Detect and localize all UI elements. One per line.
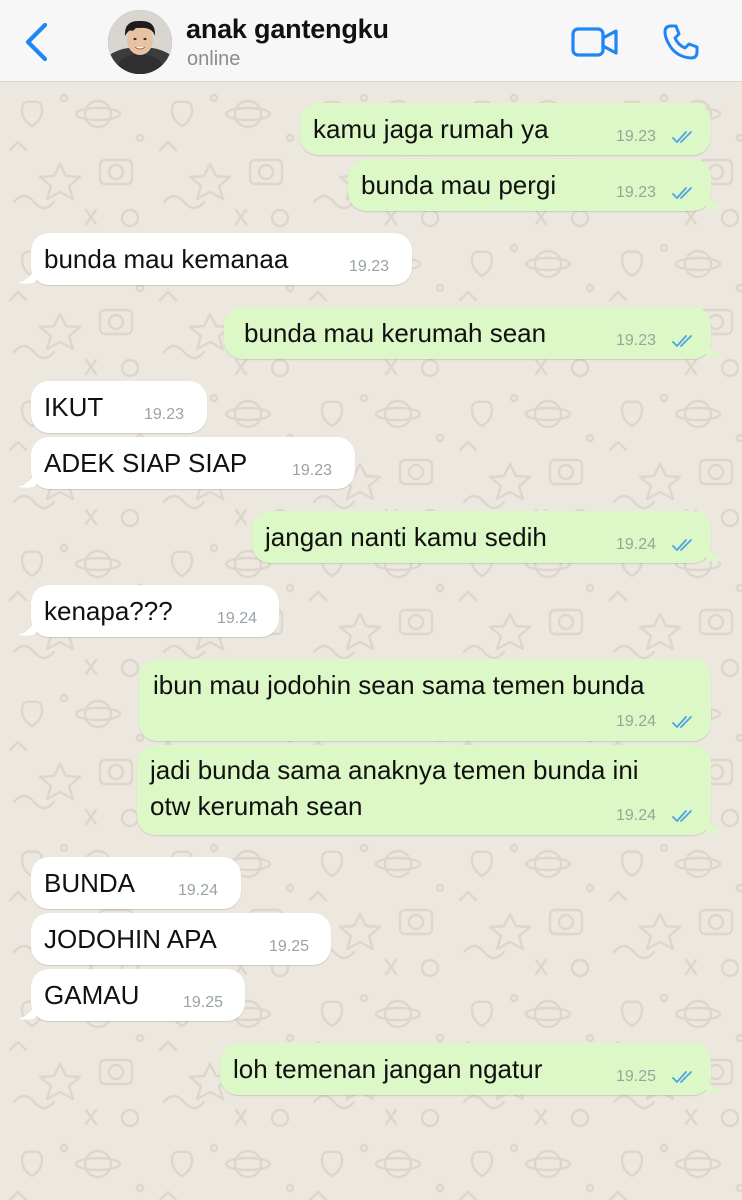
bubble-tail — [706, 815, 724, 834]
read-receipt-icon — [672, 335, 692, 347]
message-text-line: otw kerumah sean — [150, 791, 363, 821]
bubble-tail — [18, 1001, 36, 1020]
message-time: 19.24 — [178, 882, 219, 899]
message-text: jangan nanti kamu sedih — [265, 522, 547, 552]
message-bubble-incoming[interactable]: JODOHIN APA 19.25 — [31, 913, 331, 965]
bubble-tail — [18, 469, 36, 488]
bubble-tail — [706, 339, 724, 358]
bubble-tail — [706, 543, 724, 562]
message-bubble-outgoing[interactable]: kamu jaga rumah ya 19.23 — [300, 103, 711, 155]
message-time: 19.24 — [616, 807, 657, 824]
message-time: 19.23 — [616, 332, 657, 349]
message-time: 19.23 — [349, 258, 390, 275]
message-bubble-incoming[interactable]: IKUT 19.23 — [31, 381, 207, 433]
message-text: BUNDA — [44, 868, 136, 898]
chevron-left-icon — [25, 22, 48, 62]
message-bubble-incoming[interactable]: BUNDA 19.24 — [31, 857, 241, 909]
contact-name[interactable]: anak gantengku — [186, 14, 389, 45]
message-time: 19.25 — [616, 1068, 657, 1085]
message-text: kenapa??? — [44, 596, 173, 626]
message-time: 19.23 — [292, 462, 333, 479]
chat-area[interactable]: kamu jaga rumah ya 19.23 bunda mau pergi… — [0, 82, 742, 1200]
message-time: 19.23 — [616, 184, 657, 201]
message-time: 19.24 — [217, 610, 258, 627]
message-text: kamu jaga rumah ya — [313, 114, 549, 144]
message-text: IKUT — [44, 392, 104, 422]
contact-status: online — [187, 48, 241, 70]
read-receipt-icon — [672, 1071, 692, 1083]
message-time: 19.23 — [144, 406, 185, 423]
voice-call-button[interactable] — [658, 20, 704, 64]
message-bubble-outgoing[interactable]: bunda mau kerumah sean 19.23 — [224, 307, 711, 359]
read-receipt-icon — [672, 539, 692, 551]
bubble-tail — [706, 1075, 724, 1094]
bubble-tail — [18, 265, 36, 284]
message-time: 19.25 — [269, 938, 310, 955]
video-camera-icon — [571, 27, 618, 57]
message-bubble-outgoing[interactable]: jadi bunda sama anaknya temen bunda ini … — [137, 745, 711, 835]
read-receipt-icon — [672, 131, 692, 143]
chat-header: anak gantengku online — [0, 0, 742, 82]
message-bubble-outgoing[interactable]: jangan nanti kamu sedih 19.24 — [252, 511, 711, 563]
message-text: ADEK SIAP SIAP — [44, 448, 248, 478]
message-bubble-incoming[interactable]: bunda mau kemanaa 19.23 — [31, 233, 412, 285]
message-text: JODOHIN APA — [44, 924, 217, 954]
phone-icon — [663, 24, 699, 60]
message-time: 19.23 — [616, 128, 657, 145]
message-bubble-outgoing[interactable]: loh temenan jangan ngatur 19.25 — [220, 1043, 711, 1095]
message-time: 19.24 — [616, 713, 657, 730]
message-text: bunda mau pergi — [361, 170, 557, 200]
read-receipt-icon — [672, 716, 692, 728]
contact-photo — [108, 10, 172, 74]
message-bubble-incoming[interactable]: GAMAU 19.25 — [31, 969, 245, 1021]
video-call-button[interactable] — [568, 22, 622, 62]
avatar[interactable] — [108, 10, 172, 74]
message-time: 19.25 — [183, 994, 224, 1011]
message-text: GAMAU — [44, 980, 140, 1010]
bubble-tail — [706, 191, 724, 210]
message-bubble-outgoing[interactable]: ibun mau jodohin sean sama temen bunda 1… — [139, 659, 711, 741]
bubble-tail — [18, 617, 36, 636]
message-text: bunda mau kemanaa — [44, 244, 289, 274]
message-text: loh temenan jangan ngatur — [233, 1054, 543, 1084]
message-bubble-incoming[interactable]: kenapa??? 19.24 — [31, 585, 279, 637]
message-text: bunda mau kerumah sean — [244, 318, 547, 348]
message-text: ibun mau jodohin sean sama temen bunda — [153, 670, 645, 700]
read-receipt-icon — [672, 810, 692, 822]
read-receipt-icon — [672, 187, 692, 199]
message-bubble-outgoing[interactable]: bunda mau pergi 19.23 — [348, 159, 711, 211]
message-time: 19.24 — [616, 536, 657, 553]
back-button[interactable] — [18, 20, 54, 64]
message-bubble-incoming[interactable]: ADEK SIAP SIAP 19.23 — [31, 437, 355, 489]
